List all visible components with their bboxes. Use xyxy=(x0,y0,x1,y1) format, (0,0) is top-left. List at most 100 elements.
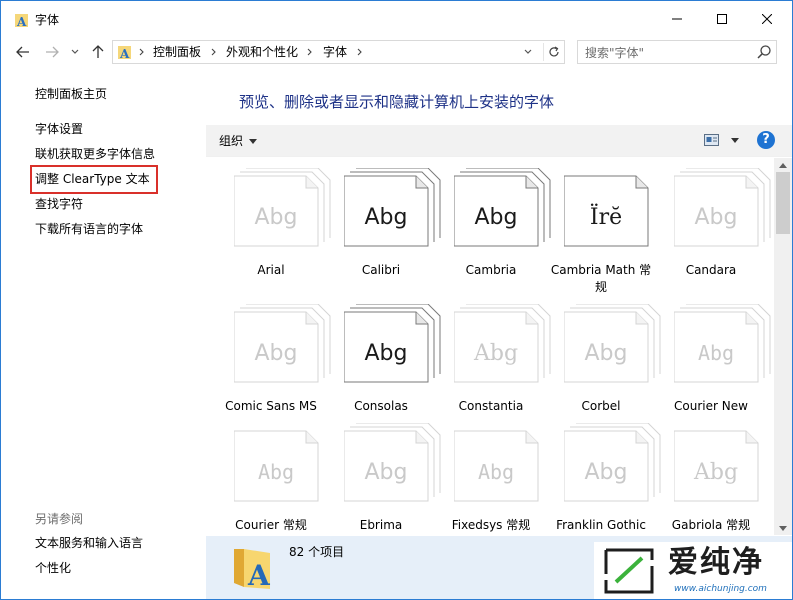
font-file-icon: Ïrĕ xyxy=(564,175,649,247)
font-tile[interactable]: Abg Fixedsys 常规 xyxy=(436,413,546,535)
font-sample-text: Abg xyxy=(365,460,408,485)
font-folder-icon: A xyxy=(118,46,131,60)
watermark: 爱纯净 www.aichunjing.com xyxy=(594,542,792,599)
font-file-icon: Abg xyxy=(674,304,771,383)
font-tile[interactable]: Abg Calibri xyxy=(326,158,441,294)
address-history-button[interactable] xyxy=(521,45,535,59)
item-count: 82 个项目 xyxy=(289,545,345,559)
font-tile[interactable]: Abg Cambria xyxy=(436,158,551,294)
control-panel-home-link[interactable]: 控制面板主页 xyxy=(35,86,107,102)
breadcrumb-separator-icon[interactable] xyxy=(356,46,364,58)
font-tile[interactable]: Abg Constantia xyxy=(436,294,551,430)
search-icon[interactable] xyxy=(756,44,772,60)
back-button[interactable] xyxy=(13,42,33,62)
font-sample-text: Abg xyxy=(695,205,738,230)
caret-down-icon xyxy=(249,138,258,144)
get-more-font-info-link[interactable]: 联机获取更多字体信息 xyxy=(35,146,155,162)
watermark-logo-icon xyxy=(604,548,654,594)
organize-label: 组织 xyxy=(219,134,244,148)
font-tile[interactable]: Abg Arial xyxy=(216,158,331,294)
font-name-label: Courier 常规 xyxy=(235,518,307,532)
svg-text:A: A xyxy=(247,559,271,591)
font-name-label: Arial xyxy=(257,263,285,277)
font-tile[interactable]: Abg Courier New xyxy=(656,294,771,430)
font-sample-text: Abg xyxy=(255,341,298,366)
font-tile[interactable]: Abg Franklin Gothic xyxy=(546,413,661,535)
font-sample-text: Abg xyxy=(365,341,408,366)
refresh-icon xyxy=(548,46,559,57)
font-tile[interactable]: Abg Consolas xyxy=(326,294,441,430)
breadcrumb-separator-icon[interactable] xyxy=(306,46,314,58)
change-view-icon[interactable] xyxy=(704,133,720,147)
font-name-label: Candara xyxy=(685,263,737,277)
breadcrumb-appearance[interactable]: 外观和个性化 xyxy=(226,45,298,59)
font-sample-text: Abg xyxy=(585,460,628,485)
title-bar: A 字体 xyxy=(1,1,792,39)
font-grid: Abg Arial Abg Calibri Abg Cambria Ïrĕ Cambria M… xyxy=(206,158,774,535)
forward-button[interactable] xyxy=(42,42,62,62)
scroll-up-icon xyxy=(779,162,787,168)
up-button[interactable] xyxy=(88,42,108,62)
task-pane: 控制面板主页 字体设置 联机获取更多字体信息 调整 ClearType 文本 查… xyxy=(1,65,206,599)
personalization-link[interactable]: 个性化 xyxy=(35,560,71,576)
font-file-icon: Abg xyxy=(344,168,441,247)
search-box[interactable] xyxy=(577,40,777,64)
font-sample-text: Abg xyxy=(475,205,518,230)
font-sample-text: Abg xyxy=(473,341,518,366)
scroll-up-button[interactable] xyxy=(774,158,792,172)
maximize-button[interactable] xyxy=(699,1,745,37)
font-file-icon: Abg xyxy=(564,304,661,383)
font-file-icon: Abg xyxy=(564,423,661,502)
font-tile[interactable]: Ïrĕ Cambria Math 常规 xyxy=(546,158,656,294)
scroll-down-icon xyxy=(779,525,787,531)
font-sample-text: Abg xyxy=(255,205,298,230)
breadcrumb-separator-icon[interactable] xyxy=(210,46,218,58)
font-sample-text: Abg xyxy=(258,460,294,484)
font-sample-text: Ïrĕ xyxy=(590,203,622,230)
caret-down-icon[interactable] xyxy=(730,136,740,144)
font-name-label: Gabriola 常规 xyxy=(671,518,751,532)
font-tile[interactable]: Abg Gabriola 常规 xyxy=(656,413,766,535)
font-sample-text: Abg xyxy=(478,460,514,484)
font-tile[interactable]: Abg Ebrima xyxy=(326,413,441,535)
close-icon xyxy=(762,14,772,24)
font-file-icon: Abg xyxy=(234,430,319,502)
recent-locations-button[interactable] xyxy=(68,42,82,62)
download-all-fonts-link[interactable]: 下载所有语言的字体 xyxy=(35,221,143,237)
font-settings-link[interactable]: 字体设置 xyxy=(35,121,83,137)
minimize-button[interactable] xyxy=(654,1,700,37)
organize-button[interactable]: 组织 xyxy=(219,133,258,149)
font-tile[interactable]: Abg Candara xyxy=(656,158,771,294)
navigation-bar: A 控制面板 外观和个性化 字体 xyxy=(1,39,792,65)
breadcrumb-separator-icon[interactable] xyxy=(138,46,146,58)
text-services-link[interactable]: 文本服务和输入语言 xyxy=(35,535,143,551)
highlight-annotation xyxy=(30,165,158,194)
maximize-icon xyxy=(717,14,727,24)
see-also-heading: 另请参阅 xyxy=(35,512,84,526)
breadcrumb-control-panel[interactable]: 控制面板 xyxy=(153,45,201,59)
arrow-up-icon xyxy=(92,45,104,58)
font-tile[interactable]: Abg Corbel xyxy=(546,294,661,430)
refresh-button[interactable] xyxy=(543,43,563,61)
scroll-thumb[interactable] xyxy=(776,172,790,234)
font-file-icon: Abg xyxy=(674,168,771,247)
font-file-icon: Abg xyxy=(344,423,441,502)
font-name-label: Franklin Gothic xyxy=(556,518,646,532)
font-name-label: Cambria xyxy=(465,263,517,277)
breadcrumb-fonts[interactable]: 字体 xyxy=(323,45,347,59)
scroll-down-button[interactable] xyxy=(774,521,792,535)
font-folder-icon: A xyxy=(234,549,271,591)
find-character-link[interactable]: 查找字符 xyxy=(35,196,83,212)
search-input[interactable] xyxy=(585,45,745,61)
chevron-down-icon xyxy=(71,49,79,54)
font-file-icon: Abg xyxy=(454,168,551,247)
font-tile[interactable]: Abg Courier 常规 xyxy=(216,413,326,535)
font-sample-text: Abg xyxy=(698,341,734,365)
help-button[interactable]: ? xyxy=(757,131,775,149)
address-bar[interactable]: A 控制面板 外观和个性化 字体 xyxy=(112,40,565,64)
font-name-label: Cambria Math 常规 xyxy=(550,263,652,294)
close-button[interactable] xyxy=(744,1,790,37)
command-bar: 组织 ? xyxy=(206,125,792,157)
vertical-scrollbar[interactable] xyxy=(774,158,792,535)
font-tile[interactable]: Abg Comic Sans MS xyxy=(216,294,331,430)
